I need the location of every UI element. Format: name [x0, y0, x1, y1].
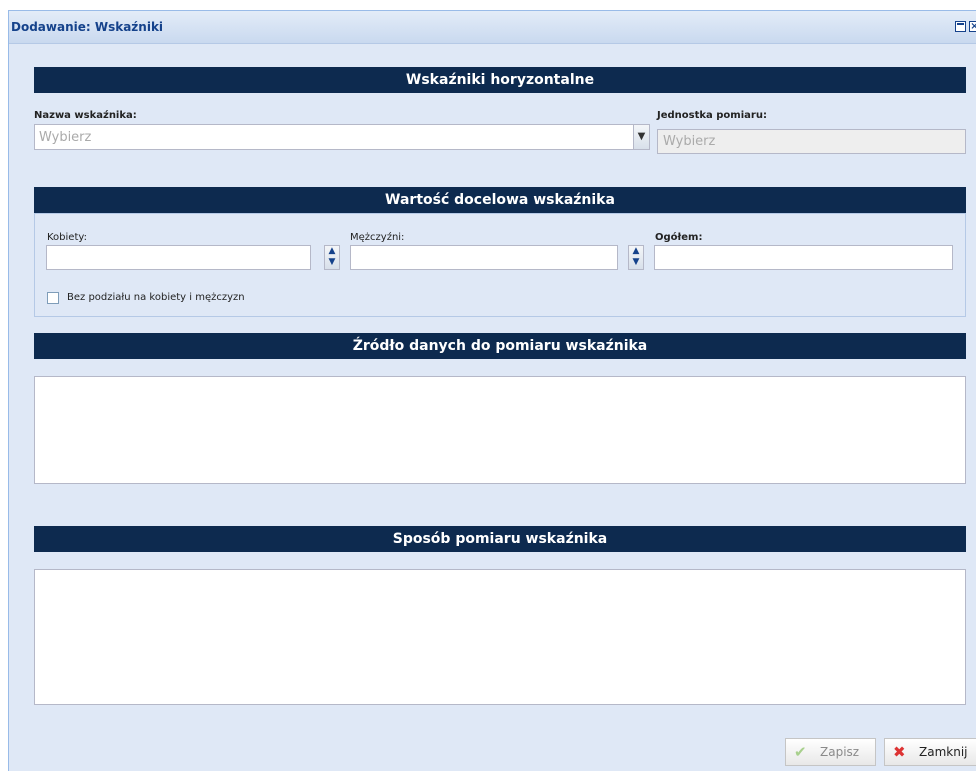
women-input[interactable] [46, 245, 311, 270]
unit-label: Jednostka pomiaru: [657, 110, 767, 121]
close-icon[interactable]: × [969, 21, 976, 32]
dialog-titlebar[interactable]: Dodawanie: Wskaźniki × [9, 11, 976, 44]
chevron-up-icon[interactable]: ▲ [629, 246, 643, 257]
target-values-group: Kobiety: ▲ ▼ Mężczyźni: ▲ ▼ Ogółem: Bez … [34, 213, 966, 317]
section-header-horizontal: Wskaźniki horyzontalne [34, 67, 966, 93]
indicator-name-label: Nazwa wskaźnika: [34, 110, 137, 121]
unit-field: Wybierz [657, 129, 966, 154]
method-textarea[interactable] [34, 569, 966, 705]
close-button-label: Zamknij [919, 745, 968, 759]
maximize-icon[interactable] [955, 21, 966, 32]
women-stepper[interactable]: ▲ ▼ [324, 245, 340, 270]
close-button[interactable]: ✖ Zamknij [884, 738, 976, 766]
men-label: Mężczyźni: [350, 232, 405, 243]
no-split-checkbox[interactable] [47, 292, 59, 304]
source-textarea[interactable] [34, 376, 966, 484]
total-label: Ogółem: [655, 232, 703, 243]
save-button-label: Zapisz [820, 745, 860, 759]
indicator-name-combo[interactable]: Wybierz ▼ [34, 124, 650, 150]
total-input[interactable] [654, 245, 953, 270]
close-icon: ✖ [893, 743, 906, 761]
dialog-window: Dodawanie: Wskaźniki × Wskaźniki horyzon… [8, 10, 976, 771]
men-input[interactable] [350, 245, 618, 270]
chevron-down-icon[interactable]: ▼ [633, 124, 650, 150]
chevron-down-icon[interactable]: ▼ [629, 257, 643, 268]
save-button[interactable]: ✔ Zapisz [785, 738, 876, 766]
section-header-target: Wartość docelowa wskaźnika [34, 187, 966, 213]
section-header-source: Źródło danych do pomiaru wskaźnika [34, 333, 966, 359]
men-stepper[interactable]: ▲ ▼ [628, 245, 644, 270]
unit-placeholder: Wybierz [663, 134, 716, 149]
women-label: Kobiety: [47, 232, 87, 243]
no-split-label[interactable]: Bez podziału na kobiety i mężczyzn [67, 292, 245, 303]
chevron-down-icon[interactable]: ▼ [325, 257, 339, 268]
chevron-up-icon[interactable]: ▲ [325, 246, 339, 257]
section-header-method: Sposób pomiaru wskaźnika [34, 526, 966, 552]
indicator-name-placeholder: Wybierz [39, 130, 92, 145]
check-icon: ✔ [794, 743, 807, 761]
dialog-title: Dodawanie: Wskaźniki [11, 20, 164, 34]
